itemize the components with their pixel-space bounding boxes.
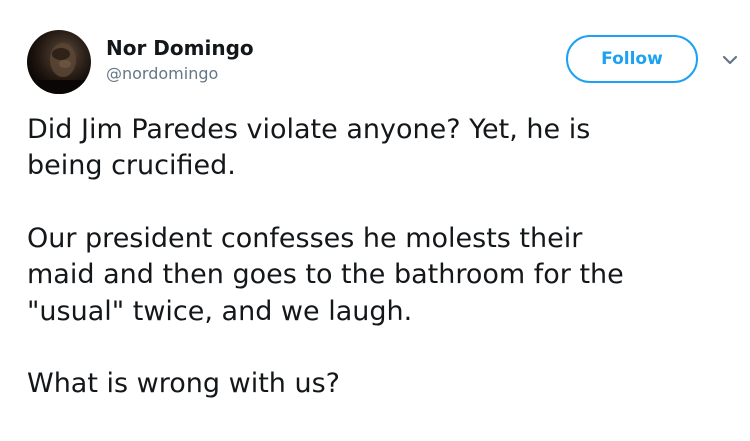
chevron-down-icon[interactable] (721, 53, 739, 67)
tweet-paragraph: Our president confesses he molests their… (27, 222, 624, 327)
tweet-paragraph: What is wrong with us? (27, 368, 340, 400)
tweet-paragraph: Did Jim Paredes violate anyone? Yet, he … (27, 114, 591, 182)
follow-button[interactable]: Follow (566, 35, 698, 83)
avatar-portrait (27, 43, 91, 94)
avatar[interactable] (27, 30, 91, 94)
author-display-name[interactable]: Nor Domingo (106, 36, 254, 60)
tweet-text: Did Jim Paredes violate anyone? Yet, he … (27, 112, 742, 439)
tweet-card: Nor Domingo @nordomingo Follow Did Jim P… (0, 0, 750, 441)
author-handle[interactable]: @nordomingo (106, 64, 218, 83)
